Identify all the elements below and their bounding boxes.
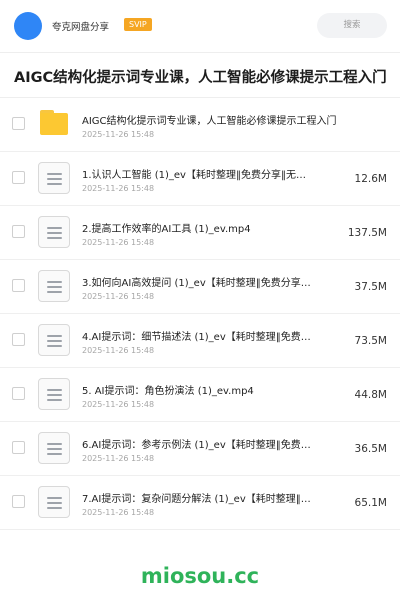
document-icon [38,162,70,194]
search-input[interactable]: 搜索 [317,13,387,38]
select-checkbox[interactable] [12,225,25,238]
select-checkbox[interactable] [12,333,25,346]
list-item[interactable]: 6.AI提示词：参考示例法 (1)_ev【耗时整理‖免费分享】.mp4 2025… [0,422,400,476]
app-name: 夸克网盘分享 [52,22,110,33]
svip-badge: SVIP [124,18,152,31]
footer: miosou.cc [0,548,400,600]
document-icon [38,324,70,356]
file-size: 36.5M [354,443,387,455]
select-checkbox[interactable] [12,495,25,508]
file-size: 65.1M [354,497,387,509]
file-list: AIGC结构化提示词专业课，人工智能必修课提示工程入门 2025-11-26 1… [0,98,400,530]
file-name: 7.AI提示词：复杂问题分解法 (1)_ev【耗时整理‖免费分享】.mp4 [82,494,314,505]
list-item[interactable]: 3.如何向AI高效提问 (1)_ev【耗时整理‖免费分享】.mp4 2025-1… [0,260,400,314]
document-icon [38,486,70,518]
file-date: 2025-11-26 15:48 [82,454,155,463]
brand-watermark: miosou.cc [140,564,260,588]
file-name: 1.认识人工智能 (1)_ev【耗时整理‖免费分享‖无广告】.mp4 [82,170,314,181]
file-size: 37.5M [354,281,387,293]
document-icon [38,432,70,464]
file-name: 6.AI提示词：参考示例法 (1)_ev【耗时整理‖免费分享】.mp4 [82,440,314,451]
list-item[interactable]: 2.提高工作效率的AI工具 (1)_ev.mp4 2025-11-26 15:4… [0,206,400,260]
select-checkbox[interactable] [12,171,25,184]
title-bar: AIGC结构化提示词专业课，人工智能必修课提示工程入门 [0,52,400,98]
document-icon [38,270,70,302]
file-date: 2025-11-26 15:48 [82,184,155,193]
document-icon [38,378,70,410]
select-checkbox[interactable] [12,117,25,130]
file-name: 3.如何向AI高效提问 (1)_ev【耗时整理‖免费分享】.mp4 [82,278,314,289]
file-date: 2025-11-26 15:48 [82,238,155,247]
list-item[interactable]: 7.AI提示词：复杂问题分解法 (1)_ev【耗时整理‖免费分享】.mp4 20… [0,476,400,530]
file-size: 12.6M [354,173,387,185]
file-name: 2.提高工作效率的AI工具 (1)_ev.mp4 [82,224,251,235]
list-item[interactable]: AIGC结构化提示词专业课，人工智能必修课提示工程入门 2025-11-26 1… [0,98,400,152]
file-name: 5. AI提示词：角色扮演法 (1)_ev.mp4 [82,386,254,397]
file-date: 2025-11-26 15:48 [82,400,155,409]
file-name: 4.AI提示词：细节描述法 (1)_ev【耗时整理‖免费分享】.mp4 [82,332,314,343]
list-item[interactable]: 5. AI提示词：角色扮演法 (1)_ev.mp4 2025-11-26 15:… [0,368,400,422]
folder-icon [38,108,70,140]
file-date: 2025-11-26 15:48 [82,292,155,301]
select-checkbox[interactable] [12,441,25,454]
file-date: 2025-11-26 15:48 [82,346,155,355]
page-title: AIGC结构化提示词专业课，人工智能必修课提示工程入门 [14,70,387,86]
file-size: 137.5M [347,227,387,239]
file-size: 44.8M [354,389,387,401]
select-checkbox[interactable] [12,279,25,292]
file-name: AIGC结构化提示词专业课，人工智能必修课提示工程入门 [82,116,337,127]
document-icon [38,216,70,248]
list-item[interactable]: 1.认识人工智能 (1)_ev【耗时整理‖免费分享‖无广告】.mp4 2025-… [0,152,400,206]
select-checkbox[interactable] [12,387,25,400]
file-date: 2025-11-26 15:48 [82,508,155,517]
list-item[interactable]: 4.AI提示词：细节描述法 (1)_ev【耗时整理‖免费分享】.mp4 2025… [0,314,400,368]
file-size: 73.5M [354,335,387,347]
avatar[interactable] [14,12,42,40]
top-header: 夸克网盘分享 SVIP 搜索 [0,0,400,52]
file-date: 2025-11-26 15:48 [82,130,155,139]
